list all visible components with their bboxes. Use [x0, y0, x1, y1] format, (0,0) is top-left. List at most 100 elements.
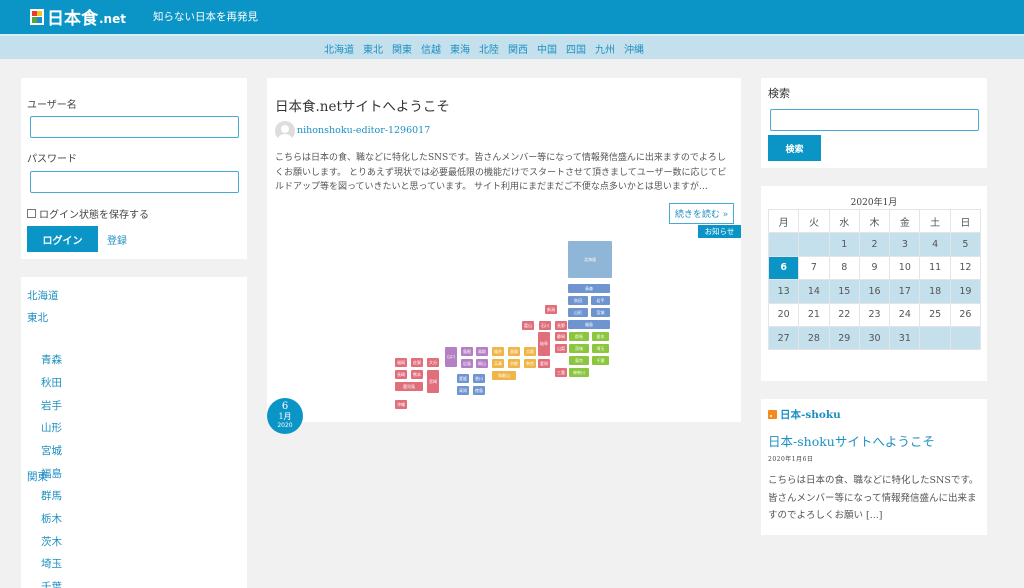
map-prefecture-tile[interactable]: 栃木: [592, 332, 609, 341]
nav-item[interactable]: 沖縄: [624, 41, 644, 56]
map-prefecture-tile[interactable]: 宮城: [591, 308, 610, 317]
region-subitem[interactable]: 秋田: [41, 375, 62, 390]
map-prefecture-tile[interactable]: 滋賀: [508, 347, 520, 356]
calendar-table: 月火水木金土日 1 2 3 4 5 6 7 8 9 10 11 12 13 14 15 16 17 18 19 20 21…: [767, 208, 982, 351]
calendar-day: 5: [949, 232, 982, 257]
map-prefecture-tile[interactable]: 奈良: [524, 359, 536, 368]
map-prefecture-tile[interactable]: 静岡: [555, 332, 567, 341]
region-subitem[interactable]: 群馬: [41, 488, 62, 503]
post-title[interactable]: 日本食.netサイトへようこそ: [275, 95, 450, 115]
map-prefecture-tile[interactable]: 島根: [461, 347, 473, 356]
nav-item[interactable]: 信越: [421, 41, 441, 56]
map-prefecture-tile[interactable]: 高知: [457, 386, 469, 395]
category-badge[interactable]: お知らせ: [698, 225, 741, 238]
nav-item[interactable]: 北海道: [324, 41, 354, 56]
map-prefecture-tile[interactable]: 熊本: [411, 370, 423, 379]
region-subitem[interactable]: 埼玉: [41, 556, 62, 571]
map-prefecture-tile[interactable]: 福島: [568, 320, 610, 329]
map-prefecture-tile[interactable]: 新潟: [545, 305, 557, 314]
map-prefecture-tile[interactable]: 千葉: [592, 356, 609, 365]
site-logo[interactable]: 日本食 .net: [30, 4, 126, 29]
map-prefecture-tile[interactable]: 岡山: [476, 359, 488, 368]
map-prefecture-tile[interactable]: 山梨: [555, 344, 567, 353]
map-prefecture-tile[interactable]: 岩手: [591, 296, 610, 305]
map-prefecture-tile[interactable]: 秋田: [568, 296, 588, 305]
region-subitem[interactable]: 岩手: [41, 398, 62, 413]
map-prefecture-tile[interactable]: 東京: [569, 356, 589, 365]
map-prefecture-tile[interactable]: 三重: [555, 368, 567, 377]
map-prefecture-tile[interactable]: 宮崎: [427, 370, 439, 393]
map-prefecture-tile[interactable]: 愛媛: [457, 374, 469, 383]
map-prefecture-tile[interactable]: 山形: [568, 308, 588, 317]
region-subitem[interactable]: 青森: [41, 352, 62, 367]
region-subitem[interactable]: 茨木: [41, 534, 62, 549]
map-prefecture-tile[interactable]: 神奈川: [569, 368, 589, 377]
map-prefecture-tile[interactable]: 兵庫: [492, 359, 504, 368]
region-subitem[interactable]: 山形: [41, 420, 62, 435]
map-prefecture-tile[interactable]: 青森: [568, 284, 610, 293]
nav-item[interactable]: 九州: [595, 41, 615, 56]
map-prefecture-tile[interactable]: 富山: [522, 321, 534, 330]
map-prefecture-tile[interactable]: 香川: [473, 374, 485, 383]
search-widget: 検索 検索: [761, 78, 987, 168]
search-input[interactable]: [770, 109, 979, 131]
login-button[interactable]: ログイン: [27, 226, 98, 252]
calendar-day: 19: [949, 279, 982, 304]
read-more-button[interactable]: 続きを読む »: [669, 203, 734, 224]
remember-me[interactable]: ログイン状態を保存する: [27, 206, 149, 221]
map-prefecture-tile[interactable]: 茨城: [569, 344, 589, 353]
calendar-day: 30: [858, 325, 891, 351]
nav-item[interactable]: 東海: [450, 41, 470, 56]
map-prefecture-tile[interactable]: 岐阜: [538, 332, 550, 356]
region-subitem[interactable]: 宮城: [41, 443, 62, 458]
map-prefecture-tile[interactable]: 徳島: [473, 386, 485, 395]
map-prefecture-tile[interactable]: 沖縄: [395, 400, 407, 409]
region-subitem[interactable]: 栃木: [41, 511, 62, 526]
nav-item[interactable]: 関西: [508, 41, 528, 56]
map-prefecture-tile[interactable]: 大阪: [524, 347, 536, 356]
username-input[interactable]: [30, 116, 239, 138]
map-prefecture-tile[interactable]: 福岡: [395, 358, 407, 367]
map-prefecture-tile[interactable]: 埼玉: [592, 344, 609, 353]
map-prefecture-tile[interactable]: 大分: [427, 358, 439, 367]
map-prefecture-tile[interactable]: 広島: [461, 359, 473, 368]
calendar-empty-cell: [949, 325, 982, 351]
map-prefecture-tile[interactable]: 鹿児島: [395, 382, 423, 391]
map-prefecture-tile[interactable]: 石川: [539, 321, 551, 330]
nav-item[interactable]: 四国: [566, 41, 586, 56]
nav-item[interactable]: 北陸: [479, 41, 499, 56]
map-prefecture-tile[interactable]: 北海道: [568, 241, 612, 278]
calendar-day: 10: [889, 255, 921, 281]
map-prefecture-tile[interactable]: 和歌山: [492, 371, 516, 380]
map-prefecture-tile[interactable]: 長崎: [395, 370, 407, 379]
map-prefecture-tile[interactable]: 福井: [492, 347, 504, 356]
map-prefecture-tile[interactable]: 長野: [555, 321, 567, 330]
calendar-weekday: 火: [798, 208, 830, 234]
calendar-day: 17: [889, 279, 921, 304]
rss-feed-name[interactable]: 日本-shoku: [780, 407, 841, 422]
map-prefecture-tile[interactable]: 愛知: [538, 359, 550, 368]
rss-icon[interactable]: [768, 410, 777, 419]
map-prefecture-tile[interactable]: 山口: [445, 347, 457, 367]
map-prefecture-tile[interactable]: 群馬: [569, 332, 589, 341]
register-link[interactable]: 登録: [107, 232, 127, 247]
calendar-day: 9: [858, 255, 891, 281]
map-prefecture-tile[interactable]: 京都: [508, 359, 520, 368]
region-kanto[interactable]: 関東: [27, 469, 48, 484]
region-subitem[interactable]: 千葉: [41, 579, 62, 588]
password-input[interactable]: [30, 171, 239, 193]
region-tohoku[interactable]: 東北: [27, 310, 48, 325]
map-prefecture-tile[interactable]: 鳥取: [476, 347, 488, 356]
nav-item[interactable]: 関東: [392, 41, 412, 56]
nav-item[interactable]: 東北: [363, 41, 383, 56]
search-button[interactable]: 検索: [768, 135, 821, 161]
calendar-day: 25: [919, 302, 951, 327]
map-prefecture-tile[interactable]: 佐賀: [411, 358, 423, 367]
remember-checkbox[interactable]: [27, 209, 36, 218]
post-author[interactable]: nihonshoku-editor-1296017: [297, 125, 430, 136]
nav-item[interactable]: 中国: [537, 41, 557, 56]
calendar-day: 14: [798, 279, 830, 304]
region-hokkaido[interactable]: 北海道: [27, 288, 59, 303]
calendar-day: 8: [828, 255, 860, 281]
rss-item-title[interactable]: 日本-shokuサイトへようこそ: [768, 431, 935, 450]
